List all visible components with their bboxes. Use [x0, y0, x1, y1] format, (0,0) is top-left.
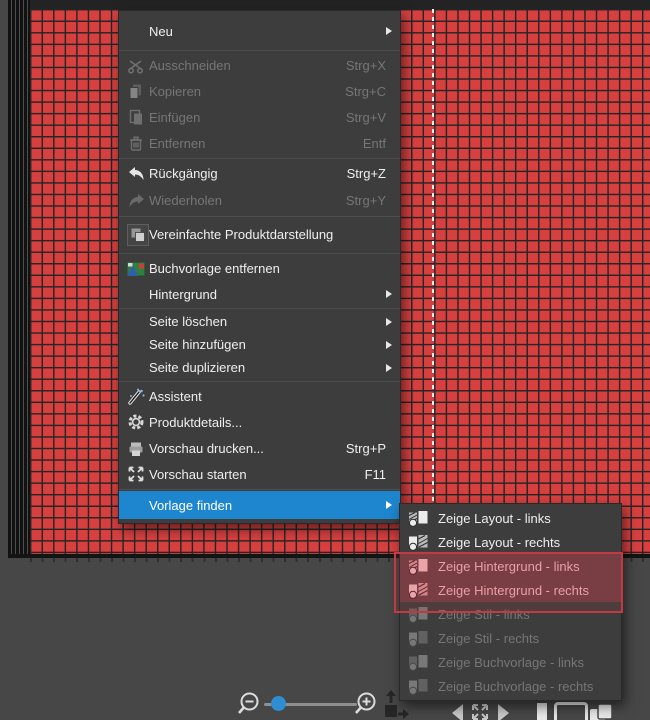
simplified-product-view-icon [127, 223, 149, 246]
menu-item-seite-hinzufuegen[interactable]: Seite hinzufügen [119, 333, 400, 356]
page-top-edge [8, 0, 650, 9]
submenu-item-zeige-hintergrund-links[interactable]: Zeige Hintergrund - links [400, 554, 621, 578]
menu-item-seite-duplizieren[interactable]: Seite duplizieren [119, 356, 400, 379]
undo-icon [127, 166, 149, 182]
prev-page-icon[interactable] [452, 704, 463, 720]
menu-separator [119, 488, 400, 490]
menu-item-neu[interactable]: Neu [119, 14, 400, 48]
paste-icon [127, 109, 149, 126]
submenu-arrow-icon [386, 27, 392, 35]
pages-lens-left-gray-icon [408, 654, 438, 671]
app-canvas: Neu Ausschneiden Strg+X Kopieren Strg+C … [0, 0, 650, 720]
next-page-icon[interactable] [498, 704, 509, 720]
menu-separator [119, 380, 400, 382]
page-thumbnail-icon[interactable] [537, 703, 547, 720]
spread-outline-icon[interactable] [554, 702, 588, 720]
menu-item-vorschau-drucken[interactable]: Vorschau drucken... Strg+P [119, 435, 400, 461]
gear-icon [127, 413, 149, 431]
menu-separator [119, 307, 400, 309]
submenu-arrow-icon [386, 363, 392, 372]
submenu-arrow-icon [386, 501, 392, 509]
zoom-slider-knob[interactable] [271, 696, 286, 711]
submenu-item-zeige-stil-links[interactable]: Zeige Stil - links [400, 602, 621, 626]
submenu-arrow-icon [386, 290, 392, 298]
menu-separator [119, 252, 400, 254]
menu-item-entfernen[interactable]: Entfernen Entf [119, 130, 400, 156]
pages-icon[interactable] [588, 702, 616, 720]
menu-item-kopieren[interactable]: Kopieren Strg+C [119, 78, 400, 104]
submenu-item-zeige-buchvorlage-links[interactable]: Zeige Buchvorlage - links [400, 650, 621, 674]
menu-item-wiederholen[interactable]: Wiederholen Strg+Y [119, 187, 400, 214]
submenu-item-zeige-layout-rechts[interactable]: Zeige Layout - rechts [400, 530, 621, 554]
trash-icon [127, 135, 149, 152]
pages-lens-left-pink-icon [408, 558, 438, 575]
printer-icon [127, 440, 149, 457]
submenu-arrow-icon [386, 317, 392, 326]
book-template-image-icon [127, 261, 149, 276]
redo-icon [127, 193, 149, 209]
pages-lens-right-icon [408, 534, 438, 551]
menu-item-einfuegen[interactable]: Einfügen Strg+V [119, 104, 400, 130]
menu-item-produktdetails[interactable]: Produktdetails... [119, 409, 400, 435]
menu-item-rueckgaengig[interactable]: Rückgängig Strg+Z [119, 160, 400, 187]
menu-item-buchvorlage-entfernen[interactable]: Buchvorlage entfernen [119, 255, 400, 282]
fullscreen-arrows-icon [127, 465, 149, 483]
menu-item-vorschau-starten[interactable]: Vorschau starten F11 [119, 461, 400, 487]
page-stack-edge [8, 0, 30, 554]
menu-item-hintergrund[interactable]: Hintergrund [119, 282, 400, 306]
menu-item-seite-loeschen[interactable]: Seite löschen [119, 310, 400, 333]
pages-lens-left-icon [408, 510, 438, 527]
vorlage-finden-submenu: Zeige Layout - links Zeige Layout - rech… [394, 503, 623, 701]
magic-wand-icon [127, 388, 149, 405]
pages-lens-left-gray-icon [408, 606, 438, 623]
menu-item-vorlage-finden[interactable]: Vorlage finden [119, 491, 400, 519]
zoom-out-icon[interactable] [237, 691, 262, 718]
menu-separator [119, 215, 400, 217]
copy-icon [127, 83, 149, 100]
menu-item-vereinfachte-produktdarstellung[interactable]: Vereinfachte Produktdarstellung [119, 218, 400, 251]
pages-lens-right-pink-icon [408, 582, 438, 599]
scissors-icon [127, 57, 149, 74]
pages-lens-right-gray-icon [408, 630, 438, 647]
submenu-item-zeige-layout-links[interactable]: Zeige Layout - links [400, 506, 621, 530]
menu-separator [119, 157, 400, 159]
zoom-in-icon[interactable] [354, 691, 379, 718]
pages-lens-right-gray-icon [408, 678, 438, 695]
submenu-item-zeige-hintergrund-rechts[interactable]: Zeige Hintergrund - rechts [400, 578, 621, 602]
context-menu: Neu Ausschneiden Strg+X Kopieren Strg+C … [118, 10, 401, 524]
menu-item-ausschneiden[interactable]: Ausschneiden Strg+X [119, 52, 400, 78]
submenu-item-zeige-stil-rechts[interactable]: Zeige Stil - rechts [400, 626, 621, 650]
submenu-item-zeige-buchvorlage-rechts[interactable]: Zeige Buchvorlage - rechts [400, 674, 621, 698]
menu-separator [119, 49, 400, 51]
submenu-arrow-icon [386, 340, 392, 349]
fullscreen-small-icon[interactable] [471, 703, 489, 720]
center-fold-dashed-line [432, 9, 434, 554]
menu-item-assistent[interactable]: Assistent [119, 383, 400, 409]
